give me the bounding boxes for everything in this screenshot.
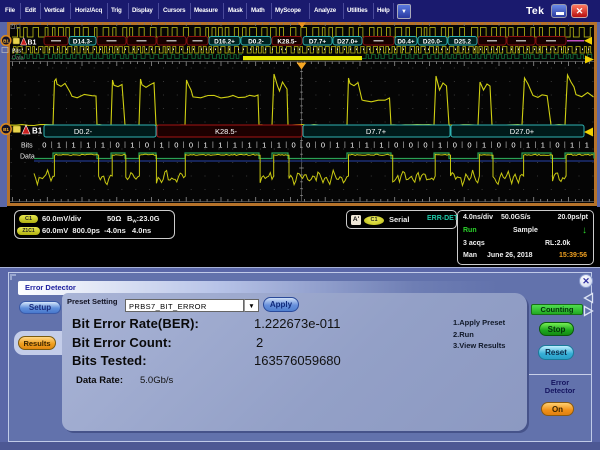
svg-text:D7.7+: D7.7+: [366, 127, 387, 136]
svg-text:0: 0: [511, 141, 515, 150]
svg-text:0: 0: [409, 141, 413, 150]
svg-text:1: 1: [277, 141, 281, 150]
svg-text:1: 1: [585, 141, 589, 150]
svg-text:0: 0: [145, 141, 149, 150]
svg-text:D0.4+: D0.4+: [397, 39, 414, 46]
svg-text:1: 1: [204, 141, 208, 150]
svg-text:1: 1: [541, 141, 545, 150]
svg-text:1: 1: [350, 141, 354, 150]
svg-text:0: 0: [174, 141, 178, 150]
svg-text:1: 1: [130, 141, 134, 150]
svg-text:1: 1: [570, 141, 574, 150]
svg-text:B1: B1: [28, 40, 37, 47]
svg-text:1: 1: [379, 141, 383, 150]
svg-text:Bits: Bits: [21, 143, 33, 150]
svg-text:0: 0: [497, 141, 501, 150]
svg-text:Data: Data: [20, 154, 35, 161]
svg-text:1: 1: [248, 141, 252, 150]
svg-text:K28.5-: K28.5-: [277, 39, 296, 46]
svg-text:B1: B1: [32, 127, 43, 136]
svg-text:0: 0: [394, 141, 398, 150]
svg-text:D20.0-: D20.0-: [423, 39, 442, 46]
svg-text:0: 0: [292, 141, 296, 150]
svg-text:D27.0+: D27.0+: [337, 39, 358, 46]
svg-text:0: 0: [467, 141, 471, 150]
svg-text:B1: B1: [3, 127, 9, 132]
svg-text:D0.2-: D0.2-: [74, 127, 93, 136]
svg-text:1: 1: [72, 141, 76, 150]
svg-text:1: 1: [365, 141, 369, 150]
svg-text:0: 0: [42, 141, 46, 150]
svg-text:1: 1: [526, 141, 530, 150]
svg-text:D27.0+: D27.0+: [510, 127, 535, 136]
svg-text:1: 1: [233, 141, 237, 150]
svg-text:1: 1: [262, 141, 266, 150]
svg-text:1: 1: [438, 141, 442, 150]
svg-text:1: 1: [57, 141, 61, 150]
svg-text:0: 0: [321, 141, 325, 150]
svg-text:0: 0: [453, 141, 457, 150]
svg-text:Bits: Bits: [12, 49, 21, 55]
svg-text:1: 1: [86, 141, 90, 150]
svg-text:0: 0: [306, 141, 310, 150]
svg-text:D16.2+: D16.2+: [214, 39, 235, 46]
svg-text:1: 1: [160, 141, 164, 150]
svg-text:B1: B1: [3, 39, 9, 44]
svg-text:1: 1: [482, 141, 486, 150]
svg-text:1: 1: [101, 141, 105, 150]
svg-text:D7.7+: D7.7+: [309, 39, 326, 46]
svg-text:D14.3-: D14.3-: [73, 39, 92, 46]
svg-text:1: 1: [335, 141, 339, 150]
svg-text:1: 1: [218, 141, 222, 150]
svg-text:0: 0: [189, 141, 193, 150]
svg-text:0: 0: [116, 141, 120, 150]
svg-text:0: 0: [555, 141, 559, 150]
svg-text:K28.5-: K28.5-: [215, 127, 238, 136]
svg-text:D25.2: D25.2: [454, 39, 471, 46]
svg-text:D0.2-: D0.2-: [248, 39, 264, 46]
svg-text:0: 0: [423, 141, 427, 150]
